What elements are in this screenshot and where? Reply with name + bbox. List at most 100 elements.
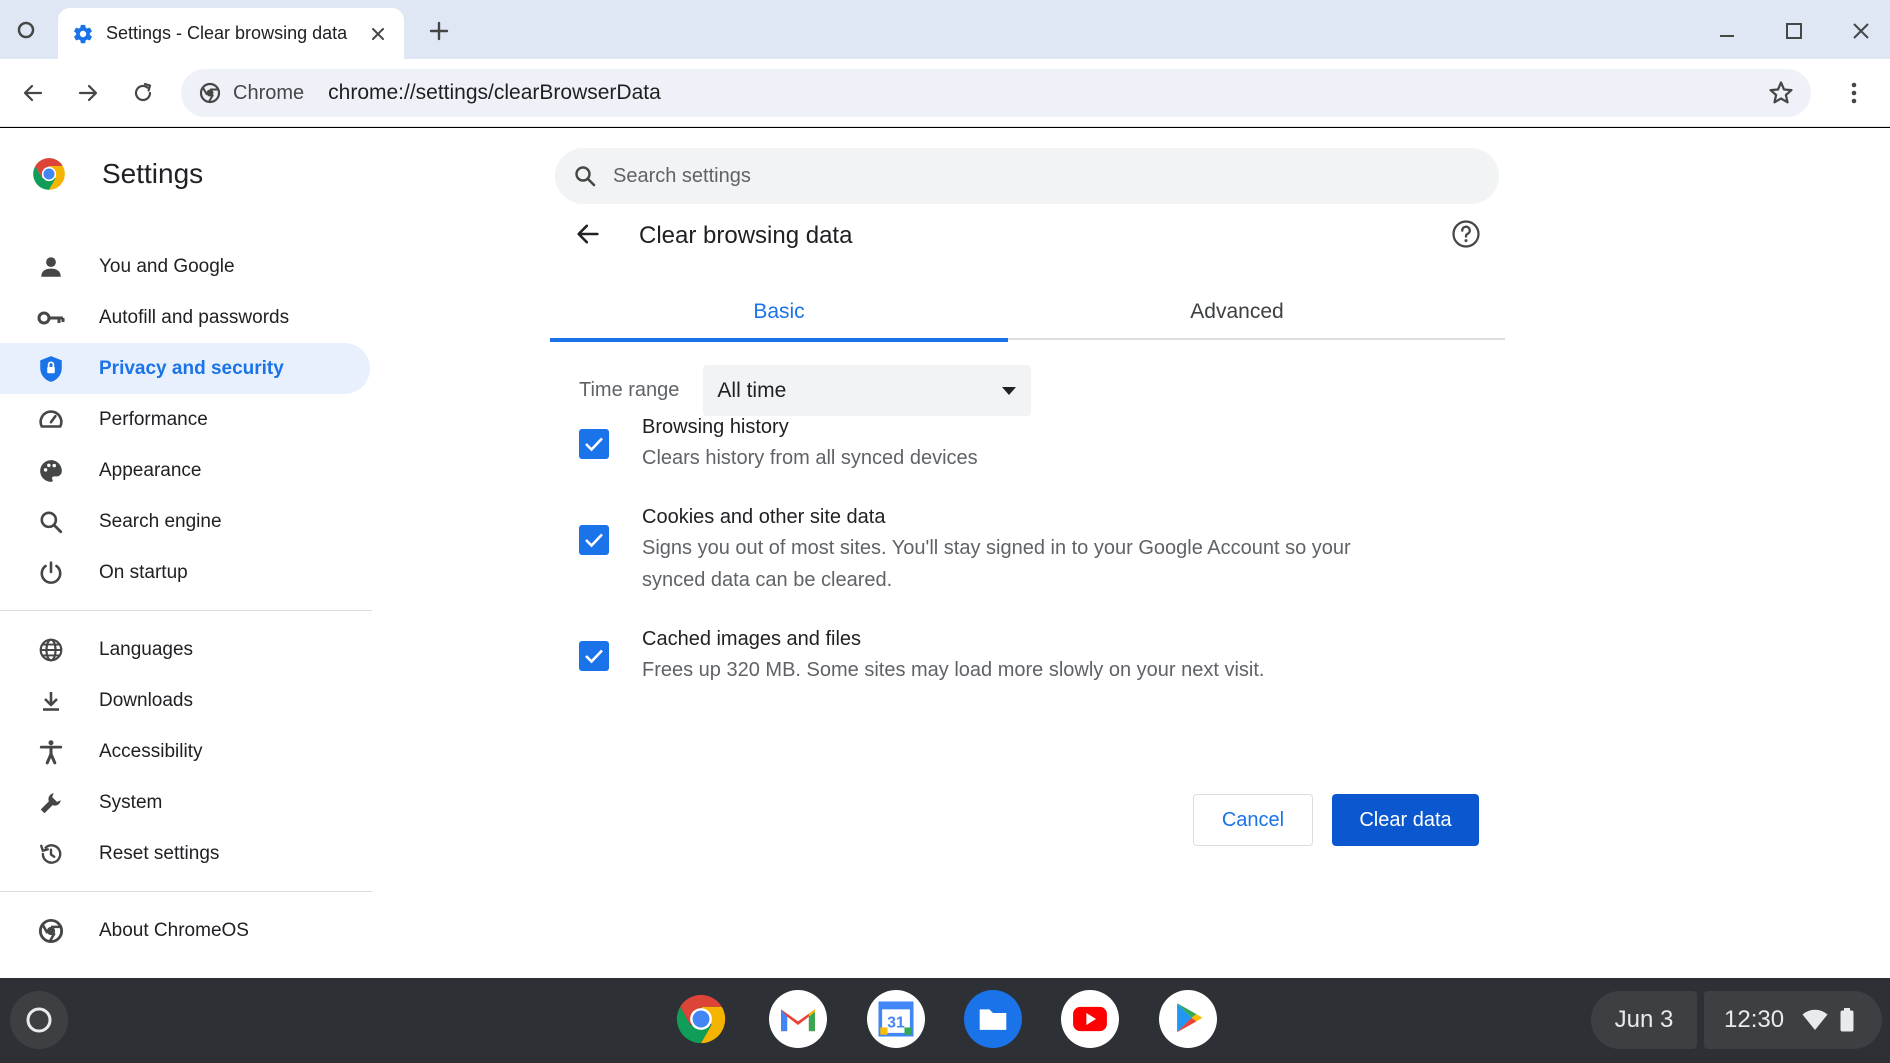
close-tab-button[interactable] [366, 22, 390, 46]
close-icon [372, 27, 384, 40]
back-button[interactable] [15, 75, 51, 111]
files-icon [964, 990, 1022, 1048]
browser-menu-button[interactable] [1838, 77, 1870, 109]
help-icon [1452, 220, 1480, 248]
bookmark-star-icon[interactable] [1767, 79, 1795, 107]
sidebar-item-reset-settings[interactable]: Reset settings [0, 828, 372, 879]
option-title: Browsing history [642, 416, 789, 438]
browsing-history-checkbox[interactable] [579, 429, 609, 459]
help-button[interactable] [1448, 216, 1484, 252]
forward-button[interactable] [70, 75, 106, 111]
shelf-app-chrome[interactable] [671, 989, 731, 1049]
page-title: Clear browsing data [639, 222, 853, 249]
sidebar-item-label: Autofill and passwords [99, 306, 290, 328]
search-input[interactable] [613, 164, 1413, 188]
gmail-icon [769, 990, 827, 1048]
tab-basic[interactable]: Basic [550, 284, 1008, 342]
new-tab-button[interactable] [422, 14, 456, 48]
close-window-button[interactable] [1843, 14, 1879, 48]
plus-icon [429, 21, 449, 41]
tab-search-button[interactable] [8, 12, 44, 48]
maximize-button[interactable] [1776, 14, 1812, 48]
settings-sidebar: You and Google Autofill and passwords Pr… [0, 241, 372, 956]
arrow-right-icon [78, 84, 98, 102]
sidebar-item-label: Languages [99, 638, 194, 660]
sidebar-item-label: You and Google [99, 255, 235, 277]
sidebar-item-search-engine[interactable]: Search engine [0, 496, 372, 547]
search-icon [36, 507, 66, 537]
person-icon [36, 252, 66, 282]
cookies-checkbox[interactable] [579, 525, 609, 555]
sidebar-item-performance[interactable]: Performance [0, 394, 372, 445]
cancel-button[interactable]: Cancel [1193, 794, 1313, 846]
shelf-app-gmail[interactable] [768, 989, 828, 1049]
palette-icon [36, 456, 66, 486]
wrench-icon [36, 788, 66, 818]
time-range-value: All time [717, 378, 787, 402]
settings-title: Settings [102, 158, 204, 189]
calendar-day: 31 [887, 1014, 905, 1031]
sidebar-item-appearance[interactable]: Appearance [0, 445, 372, 496]
shield-icon [36, 354, 66, 384]
sidebar-item-autofill[interactable]: Autofill and passwords [0, 292, 372, 343]
cached-images-checkbox[interactable] [579, 641, 609, 671]
sidebar-item-accessibility[interactable]: Accessibility [0, 726, 372, 777]
chrome-page-icon [199, 82, 221, 104]
minimize-icon [1720, 35, 1734, 37]
sidebar-item-system[interactable]: System [0, 777, 372, 828]
globe-icon [36, 635, 66, 665]
shelf-app-youtube[interactable] [1060, 989, 1120, 1049]
shelf-app-calendar[interactable]: 31 [866, 989, 926, 1049]
sidebar-item-label: On startup [99, 561, 188, 583]
checkmark-icon [585, 649, 603, 664]
sidebar-item-label: Appearance [99, 459, 202, 481]
settings-search[interactable] [555, 148, 1499, 204]
address-bar[interactable]: Chrome chrome://settings/clearBrowserDat… [181, 69, 1811, 117]
clear-data-button[interactable]: Clear data [1332, 794, 1479, 846]
sidebar-item-label: About ChromeOS [99, 919, 249, 941]
option-description: Signs you out of most sites. You'll stay… [642, 537, 1351, 591]
chrome-icon [676, 994, 726, 1044]
checkmark-icon [585, 533, 603, 548]
tab-settings[interactable]: Settings - Clear browsing data [58, 8, 404, 59]
shelf-app-play-store[interactable] [1158, 989, 1218, 1049]
sidebar-item-label: Privacy and security [99, 357, 284, 379]
clock: 12:30 [1724, 1006, 1785, 1033]
sidebar-item-label: System [99, 791, 163, 813]
tab-title: Settings - Clear browsing data [106, 23, 348, 43]
site-chip: Chrome [233, 81, 305, 104]
power-icon [36, 558, 66, 588]
option-description: Clears history from all synced devices [642, 447, 978, 469]
sidebar-divider [0, 610, 372, 611]
shelf-app-files[interactable] [963, 989, 1023, 1049]
option-cookies: Cookies and other site data Signs you ou… [579, 502, 1362, 596]
history-icon [36, 839, 66, 869]
sidebar-item-you-and-google[interactable]: You and Google [0, 241, 372, 292]
option-browsing-history: Browsing history Clears history from all… [579, 412, 1362, 474]
launcher-button[interactable] [10, 991, 68, 1049]
gear-icon [74, 24, 92, 43]
close-icon [1853, 23, 1869, 39]
browser-toolbar: Chrome chrome://settings/clearBrowserDat… [0, 59, 1890, 127]
back-to-privacy-button[interactable] [570, 216, 606, 252]
wifi-icon [1802, 1009, 1828, 1030]
sidebar-item-label: Search engine [99, 510, 222, 532]
search-icon [575, 166, 596, 187]
reload-button[interactable] [125, 75, 161, 111]
key-icon [36, 303, 66, 333]
sidebar-item-downloads[interactable]: Downloads [0, 675, 372, 726]
time-range-select[interactable]: All time [703, 365, 1032, 416]
sidebar-item-about-chromeos[interactable]: About ChromeOS [0, 905, 372, 956]
calendar-icon: 31 [867, 990, 925, 1048]
sidebar-item-label: Downloads [99, 689, 193, 711]
sidebar-item-on-startup[interactable]: On startup [0, 547, 372, 598]
option-description: Frees up 320 MB. Some sites may load mor… [642, 659, 1265, 681]
sidebar-item-privacy-and-security[interactable]: Privacy and security [0, 343, 370, 394]
tab-advanced[interactable]: Advanced [1008, 284, 1466, 340]
sidebar-item-languages[interactable]: Languages [0, 624, 372, 675]
clear-browsing-data-panel: Clear browsing data Basic Advanced Time … [550, 206, 1505, 846]
minimize-button[interactable] [1709, 14, 1745, 48]
status-tray[interactable]: 12:30 [1704, 991, 1882, 1049]
sidebar-divider [0, 891, 372, 892]
date-tray[interactable]: Jun 3 [1591, 991, 1697, 1049]
